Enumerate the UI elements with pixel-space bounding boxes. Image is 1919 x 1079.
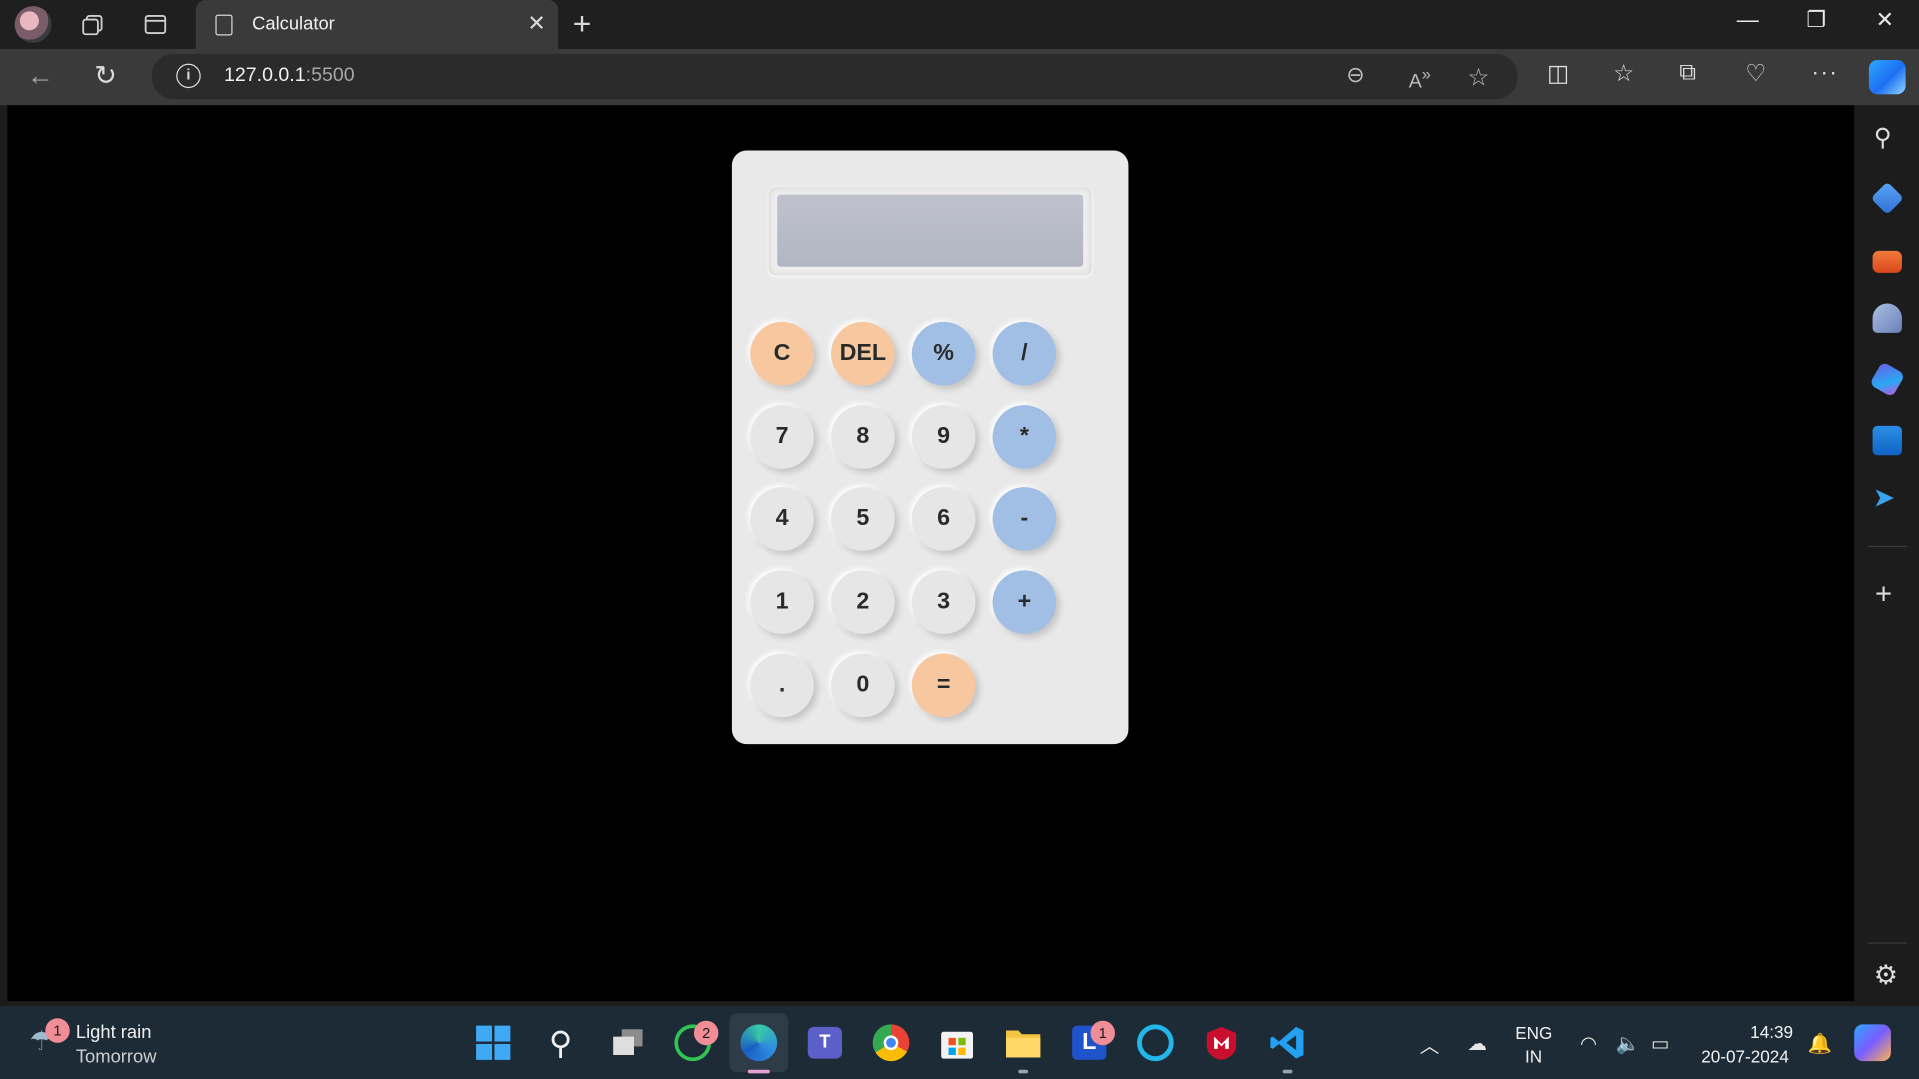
games-icon[interactable] <box>1872 303 1902 333</box>
clock-date[interactable]: 20-07-2024 <box>1701 1046 1789 1066</box>
clock-time[interactable]: 14:39 <box>1750 1022 1793 1042</box>
tools-icon[interactable] <box>1872 250 1902 273</box>
page-viewport: C DEL % / 7 8 9 * 4 5 6 - 1 2 3 + . 0 = <box>7 105 1855 1002</box>
browser-essentials-icon[interactable]: ♡ <box>1745 60 1766 88</box>
taskbar: ☂ 1 Light rain Tomorrow ⚲ 2 T L 1 ︿ ☁ EN… <box>0 1006 1919 1079</box>
split-screen-icon[interactable]: ◫ <box>1547 60 1569 88</box>
chevron-up-icon[interactable]: ︿ <box>1420 1029 1440 1058</box>
vertical-tabs-icon[interactable] <box>138 7 172 41</box>
microsoft-store-icon[interactable] <box>936 1022 978 1064</box>
browser-tab-strip: Calculator ✕ + — ❐ ✕ <box>0 0 1919 49</box>
copilot-taskbar-icon[interactable] <box>1854 1024 1891 1062</box>
task-view-icon[interactable] <box>607 1022 649 1064</box>
region-label[interactable]: IN <box>1525 1046 1542 1066</box>
zoom-out-icon[interactable]: ⊖ <box>1346 62 1364 88</box>
wifi-icon[interactable]: ◠ <box>1580 1032 1597 1056</box>
collections-icon[interactable]: ⧉ <box>1679 60 1696 87</box>
percent-button[interactable]: % <box>911 321 976 386</box>
workspaces-icon[interactable] <box>76 7 110 41</box>
close-window-icon[interactable]: ✕ <box>1860 7 1909 33</box>
close-tab-icon[interactable]: ✕ <box>527 11 545 37</box>
chrome-icon[interactable] <box>870 1022 912 1064</box>
favorites-icon[interactable]: ☆ <box>1613 60 1634 88</box>
running-indicator <box>1018 1069 1029 1074</box>
alexa-icon[interactable] <box>1135 1022 1177 1064</box>
add-icon[interactable]: + <box>1875 578 1892 612</box>
weather-title[interactable]: Light rain <box>76 1022 152 1043</box>
search-icon[interactable]: ⚲ <box>540 1022 582 1064</box>
add-button[interactable]: + <box>992 570 1057 634</box>
active-indicator <box>747 1069 770 1074</box>
calculator-display <box>777 194 1084 267</box>
info-icon[interactable]: i <box>176 63 201 89</box>
sidebar-divider <box>1867 545 1907 548</box>
read-aloud-icon[interactable]: A» <box>1409 65 1431 94</box>
subtract-button[interactable]: - <box>992 487 1057 551</box>
copilot-icon[interactable] <box>1868 59 1906 95</box>
weather-badge: 1 <box>45 1018 70 1043</box>
search-icon[interactable]: ⚲ <box>1874 122 1892 153</box>
language-label[interactable]: ENG <box>1515 1023 1552 1043</box>
multiply-button[interactable]: * <box>992 405 1057 469</box>
speaker-icon[interactable]: 🔈 <box>1616 1032 1640 1056</box>
one-button[interactable]: 1 <box>750 570 814 634</box>
eight-button[interactable]: 8 <box>831 405 895 469</box>
page-icon <box>215 14 233 36</box>
calculator: C DEL % / 7 8 9 * 4 5 6 - 1 2 3 + . 0 = <box>731 150 1129 745</box>
browser-sidebar: ⚲ ➤ + ⚙ <box>1855 105 1919 1007</box>
edge-icon[interactable] <box>738 1022 780 1064</box>
more-icon[interactable]: ··· <box>1811 60 1838 87</box>
equals-button[interactable]: = <box>911 653 976 718</box>
tab-title: Calculator <box>252 13 335 35</box>
shopping-tag-icon[interactable] <box>1870 181 1904 215</box>
mcafee-icon[interactable] <box>1201 1022 1243 1064</box>
display-frame <box>768 187 1092 276</box>
back-icon[interactable]: ← <box>27 60 54 92</box>
tab-calculator[interactable]: Calculator ✕ <box>195 0 559 49</box>
new-tab-button[interactable]: + <box>573 5 592 43</box>
four-button[interactable]: 4 <box>750 487 814 551</box>
running-indicator <box>1282 1069 1293 1074</box>
two-button[interactable]: 2 <box>831 570 895 634</box>
three-button[interactable]: 3 <box>911 570 976 634</box>
profile-avatar-icon[interactable] <box>14 6 52 43</box>
minimize-icon[interactable]: — <box>1723 7 1772 33</box>
five-button[interactable]: 5 <box>831 487 895 551</box>
sidebar-divider <box>1867 942 1907 944</box>
favorite-star-icon[interactable]: ☆ <box>1467 62 1489 93</box>
launcher-badge: 1 <box>1090 1020 1115 1046</box>
delete-button[interactable]: DEL <box>831 321 895 386</box>
settings-icon[interactable]: ⚙ <box>1874 960 1898 992</box>
restore-icon[interactable]: ❐ <box>1792 7 1841 33</box>
onedrive-warning-icon[interactable]: ☁ <box>1467 1032 1487 1056</box>
outlook-icon[interactable] <box>1872 425 1902 456</box>
weather-subtitle[interactable]: Tomorrow <box>76 1046 157 1067</box>
screen: Calculator ✕ + — ❐ ✕ ← ↻ i 127.0.0.1:550… <box>0 0 1919 1079</box>
whatsapp-badge: 2 <box>693 1020 719 1046</box>
refresh-icon[interactable]: ↻ <box>94 60 117 92</box>
six-button[interactable]: 6 <box>911 487 976 551</box>
url-text[interactable]: 127.0.0.1:5500 <box>224 65 355 87</box>
vscode-icon[interactable] <box>1267 1022 1309 1064</box>
nine-button[interactable]: 9 <box>911 405 976 469</box>
battery-icon[interactable]: ▭ <box>1651 1032 1670 1056</box>
teams-icon[interactable]: T <box>804 1022 846 1064</box>
address-bar[interactable]: i 127.0.0.1:5500 ⊖ A» ☆ <box>151 53 1518 100</box>
file-explorer-icon[interactable] <box>1002 1022 1044 1064</box>
seven-button[interactable]: 7 <box>750 405 814 469</box>
zero-button[interactable]: 0 <box>831 653 895 718</box>
notification-bell-icon[interactable]: 🔔 <box>1808 1032 1832 1056</box>
telegram-icon[interactable]: ➤ <box>1873 482 1896 514</box>
clear-button[interactable]: C <box>750 321 814 386</box>
office-icon[interactable] <box>1869 361 1906 398</box>
divide-button[interactable]: / <box>992 321 1057 386</box>
windows-start-icon[interactable] <box>472 1022 514 1064</box>
decimal-button[interactable]: . <box>750 653 814 718</box>
browser-toolbar: ← ↻ i 127.0.0.1:5500 ⊖ A» ☆ ◫ ☆ ⧉ ♡ ··· <box>0 48 1919 106</box>
